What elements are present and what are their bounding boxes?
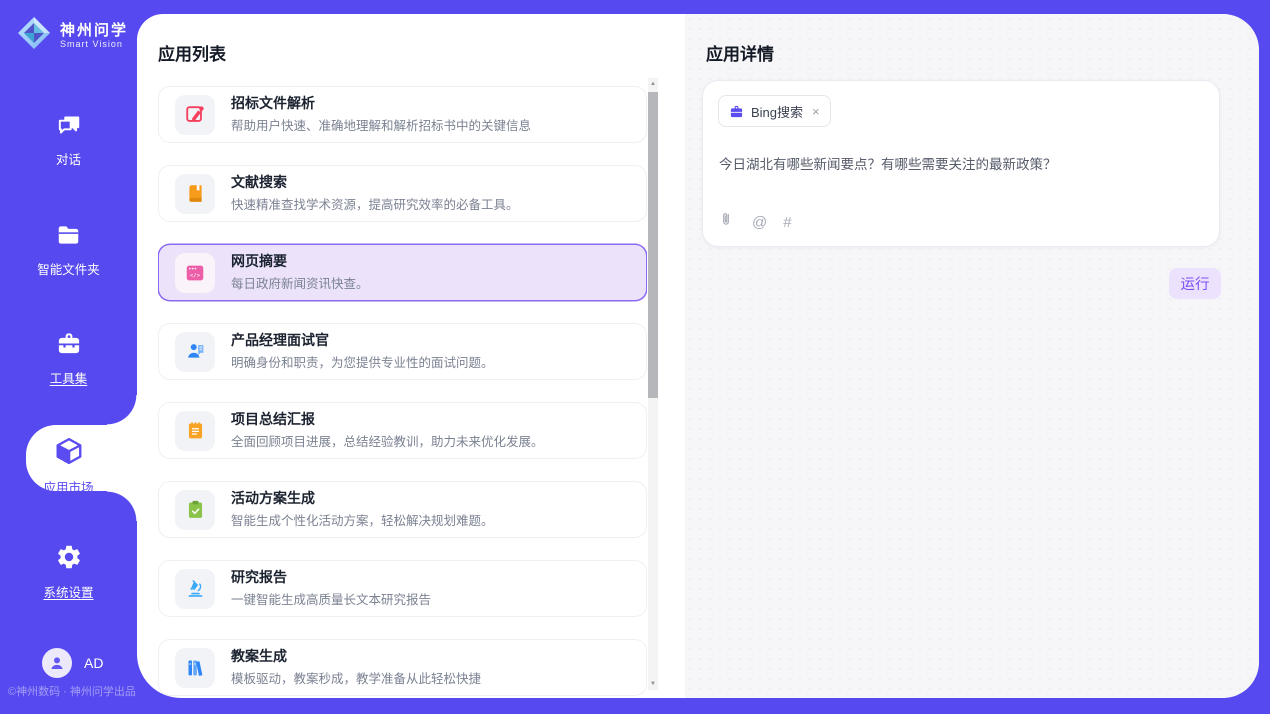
brand-logo[interactable]: 神州问学 Smart Vision [16,15,128,56]
app-card-title: 产品经理面试官 [231,332,494,349]
app-card-title: 活动方案生成 [231,490,494,507]
gear-icon [55,543,83,576]
app-list-title: 应用列表 [158,40,226,65]
tool-tag-label: Bing搜索 [751,102,803,121]
report-note-icon [175,411,215,451]
tool-tag-bing-search[interactable]: Bing搜索 × [718,95,831,127]
hash-icon[interactable]: # [783,214,791,231]
paperclip-icon[interactable] [720,211,736,233]
sidebar-item-chat[interactable]: 对话 [0,112,137,168]
sidebar-item-settings[interactable]: 系统设置 [0,543,137,601]
person-icon [48,654,66,672]
app-list-panel: 应用列表 招标文件解析 帮助用户快速、准确地理解和解析招标书中的关键信息 [137,14,685,698]
user-initials: AD [84,655,103,671]
sidebar-item-label: 工具集 [50,368,88,387]
app-card-desc: 一键智能生成高质量长文本研究报告 [231,589,431,608]
app-card-project-summary[interactable]: 项目总结汇报 全面回顾项目进展，总结经验教训，助力未来优化发展。 [158,402,647,459]
scrollbar-thumb[interactable] [648,92,658,398]
scroll-up-arrow-icon[interactable]: ▲ [648,78,658,90]
edit-document-icon [175,95,215,135]
app-detail-title: 应用详情 [706,40,774,65]
query-input[interactable]: 今日湖北有哪些新闻要点？有哪些需要关注的最新政策？ [719,153,1203,173]
svg-text:</>: </> [190,273,201,279]
scroll-down-arrow-icon[interactable]: ▼ [648,678,658,690]
tag-close-icon[interactable]: × [812,104,820,119]
microscope-icon [175,569,215,609]
sidebar-item-smart-folder[interactable]: 智能文件夹 [0,222,137,278]
books-icon [175,648,215,688]
interviewer-icon [175,332,215,372]
app-card-event-plan[interactable]: 活动方案生成 智能生成个性化活动方案，轻松解决规划难题。 [158,481,647,538]
book-icon [175,174,215,214]
app-card-research-report[interactable]: 研究报告 一键智能生成高质量长文本研究报告 [158,560,647,617]
app-card-literature-search[interactable]: 文献搜索 快速精准查找学术资源，提高研究效率的必备工具。 [158,165,647,222]
app-card-title: 项目总结汇报 [231,411,544,428]
app-card-bid-parse[interactable]: 招标文件解析 帮助用户快速、准确地理解和解析招标书中的关键信息 [158,86,647,143]
app-card-title: 招标文件解析 [231,95,531,112]
app-card-title: 教案生成 [231,648,481,665]
sidebar-item-label: 应用市场 [43,477,93,496]
toolbox-icon [55,330,83,362]
attachment-toolbar: @ # [720,211,792,233]
app-card-webpage-summary[interactable]: </> 网页摘要 每日政府新闻资讯快查。 [158,244,647,301]
sidebar-item-toolset[interactable]: 工具集 [0,330,137,387]
content-panel: 应用列表 招标文件解析 帮助用户快速、准确地理解和解析招标书中的关键信息 [137,14,1259,698]
app-card-title: 研究报告 [231,569,431,586]
app-card-desc: 智能生成个性化活动方案，轻松解决规划难题。 [231,510,494,529]
copyright-footer: ©神州数码 · 神州问学出品 [8,683,138,699]
sidebar-item-label: 系统设置 [43,582,93,601]
diamond-logo-icon [16,15,52,56]
app-card-lesson-plan[interactable]: 教案生成 模板驱动，教案秒成，教学准备从此轻松快捷 [158,639,647,696]
app-card-title: 网页摘要 [231,253,369,270]
user-account[interactable]: AD [42,648,103,678]
app-detail-panel: 应用详情 Bing搜索 × 今日湖北有哪些新闻要点？有哪些需要关注的最新政策？ … [685,14,1259,698]
run-button[interactable]: 运行 [1169,268,1221,299]
brand-subtitle: Smart Vision [60,39,128,50]
chat-icon [55,112,82,143]
brand-name: 神州问学 [60,22,128,39]
app-card-title: 文献搜索 [231,174,519,191]
avatar [42,648,72,678]
briefcase-icon [729,104,744,119]
app-card-desc: 快速精准查找学术资源，提高研究效率的必备工具。 [231,194,519,213]
sidebar-item-app-market[interactable]: 应用市场 [0,436,137,496]
app-list: 招标文件解析 帮助用户快速、准确地理解和解析招标书中的关键信息 文献搜索 快速精… [158,78,647,698]
prompt-input-card[interactable]: Bing搜索 × 今日湖北有哪些新闻要点？有哪些需要关注的最新政策？ @ # [702,80,1220,247]
bubble-curve-top [107,395,137,425]
folder-icon [55,222,82,253]
app-card-pm-interviewer[interactable]: 产品经理面试官 明确身份和职责，为您提供专业性的面试问题。 [158,323,647,380]
webpage-code-icon: </> [175,253,215,293]
sidebar-item-label: 智能文件夹 [37,259,100,278]
app-card-desc: 全面回顾项目进展，总结经验教训，助力未来优化发展。 [231,431,544,450]
sidebar: 神州问学 Smart Vision 对话 智能文件夹 工具集 [0,0,137,714]
clipboard-check-icon [175,490,215,530]
sidebar-item-label: 对话 [56,149,81,168]
app-card-desc: 模板驱动，教案秒成，教学准备从此轻松快捷 [231,668,481,687]
app-card-desc: 每日政府新闻资讯快查。 [231,273,369,292]
at-sign-icon[interactable]: @ [752,214,767,231]
app-card-desc: 帮助用户快速、准确地理解和解析招标书中的关键信息 [231,115,531,134]
app-card-desc: 明确身份和职责，为您提供专业性的面试问题。 [231,352,494,371]
scrollbar[interactable]: ▲ ▼ [648,78,658,690]
cube-icon [54,436,84,471]
